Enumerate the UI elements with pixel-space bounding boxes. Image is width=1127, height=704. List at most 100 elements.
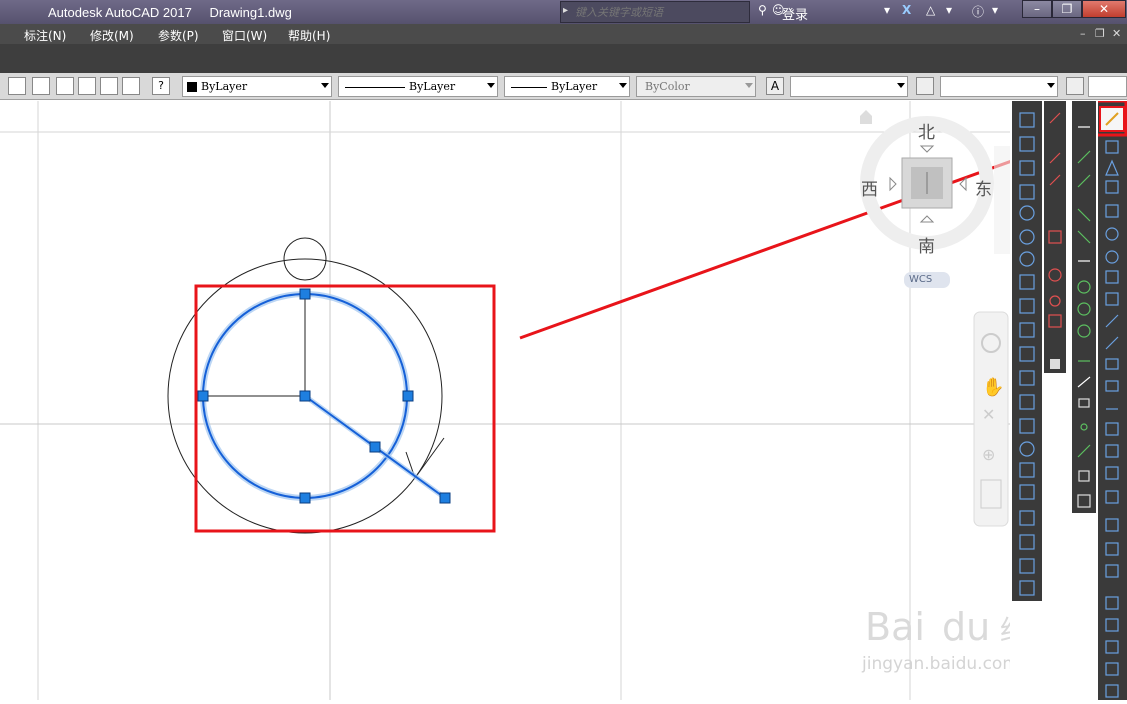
dim-break-icon[interactable] xyxy=(1019,394,1035,410)
viewcube-south-label[interactable]: 南 xyxy=(918,232,935,257)
chevron-down-icon[interactable] xyxy=(619,83,627,88)
osnap-settings-icon[interactable] xyxy=(1077,494,1091,508)
text-style-icon[interactable]: A xyxy=(766,77,784,95)
fillet-icon[interactable] xyxy=(1105,444,1119,458)
grip-right[interactable] xyxy=(402,390,414,402)
trim-icon[interactable] xyxy=(1105,314,1119,328)
chevron-down-icon[interactable] xyxy=(321,83,329,88)
snap-insert-icon[interactable] xyxy=(1078,398,1090,408)
radius-dim-icon[interactable] xyxy=(1019,205,1035,221)
layer-properties-icon[interactable] xyxy=(32,77,50,95)
extend-icon[interactable] xyxy=(1105,336,1119,350)
snap-endpoint-icon[interactable] xyxy=(1077,150,1091,164)
snap-intersection-icon[interactable] xyxy=(1077,208,1091,222)
search-input[interactable] xyxy=(575,4,745,20)
dim-style-icon[interactable] xyxy=(1019,580,1035,596)
viewcube-west-label[interactable]: 西 xyxy=(861,175,878,200)
chevron-down-icon[interactable] xyxy=(487,83,495,88)
login-button[interactable]: 登录 xyxy=(782,4,808,23)
login-dropdown-icon[interactable]: ▾ xyxy=(884,3,890,21)
tolerance-icon[interactable] xyxy=(1019,418,1035,434)
zoom-all-icon[interactable] xyxy=(1105,684,1119,698)
quick-dim-icon[interactable] xyxy=(1019,298,1035,314)
menu-help[interactable]: 帮助(H) xyxy=(288,27,330,44)
dim-space-icon[interactable] xyxy=(1019,370,1035,386)
minimize-button[interactable]: – xyxy=(1022,0,1052,18)
doc-restore-icon[interactable]: ❐ xyxy=(1095,27,1105,40)
dim-style-combo[interactable] xyxy=(940,76,1058,97)
binoculars-icon[interactable]: ⚲ xyxy=(758,3,767,21)
break-icon[interactable] xyxy=(1105,380,1119,392)
layer-walk-icon[interactable] xyxy=(100,77,118,95)
chevron-down-icon[interactable] xyxy=(1047,83,1055,88)
ordinate-dim-icon[interactable] xyxy=(1019,184,1035,200)
zoom-previous-icon[interactable] xyxy=(1105,640,1119,654)
doc-minimize-icon[interactable]: – xyxy=(1080,27,1086,40)
angular-dim-icon[interactable] xyxy=(1019,274,1035,290)
dim-text-edit-icon[interactable] xyxy=(1019,534,1035,550)
diameter-dim-icon[interactable] xyxy=(1019,251,1035,267)
linetype-combo[interactable]: ByLayer xyxy=(338,76,498,97)
zoom-icon[interactable]: ✕ xyxy=(982,405,995,424)
chevron-down-icon[interactable] xyxy=(897,83,905,88)
scale-icon[interactable] xyxy=(1105,270,1119,284)
pan-icon[interactable]: ✋ xyxy=(982,376,1004,398)
snap-midpoint-icon[interactable] xyxy=(1077,174,1091,188)
snap-nearest-icon[interactable] xyxy=(1077,444,1091,458)
help-icon[interactable]: ⓘ xyxy=(972,3,984,21)
dim-update-icon[interactable] xyxy=(1019,558,1035,574)
break-point-icon[interactable] xyxy=(1105,358,1119,370)
grip-line-end[interactable] xyxy=(439,492,451,504)
rectangle-icon[interactable] xyxy=(1048,314,1062,328)
move-icon[interactable] xyxy=(1105,227,1119,241)
snap-none-icon[interactable] xyxy=(1078,470,1090,482)
dim-style-icon[interactable] xyxy=(916,77,934,95)
text-style-combo[interactable] xyxy=(790,76,908,97)
help-dropdown-icon[interactable]: ▾ xyxy=(992,3,998,21)
snap-apparent-icon[interactable] xyxy=(1077,230,1091,244)
doc-close-icon[interactable]: ✕ xyxy=(1112,27,1121,40)
linear-dim-icon[interactable] xyxy=(1019,112,1035,128)
rotate-icon[interactable] xyxy=(1105,250,1119,264)
zoom-realtime-icon[interactable] xyxy=(1105,618,1119,632)
lock-icon[interactable] xyxy=(1050,359,1060,369)
lineweight-combo[interactable]: ByLayer xyxy=(504,76,630,97)
stretch-icon[interactable] xyxy=(1105,292,1119,306)
edit-spline-icon[interactable] xyxy=(1105,564,1119,578)
menu-window[interactable]: 窗口(W) xyxy=(222,27,267,44)
blend-icon[interactable] xyxy=(1105,466,1119,480)
center-mark-icon[interactable] xyxy=(1019,441,1035,457)
orbit-icon[interactable]: ⊕ xyxy=(982,445,995,464)
autodesk360-icon[interactable]: △ xyxy=(926,3,935,21)
viewcube-east-label[interactable]: 东 xyxy=(975,175,992,200)
edit-polyline-icon[interactable] xyxy=(1105,542,1119,556)
zoom-extents-icon[interactable] xyxy=(1105,662,1119,676)
dropdown-icon[interactable]: ▾ xyxy=(946,3,952,21)
snap-parallel-icon[interactable] xyxy=(1077,376,1091,388)
layer-isolate-icon[interactable] xyxy=(78,77,96,95)
search-expand-icon[interactable]: ▸ xyxy=(563,5,568,16)
arc-icon[interactable] xyxy=(1049,295,1061,307)
exchange-icon[interactable]: X xyxy=(902,3,911,21)
layer-previous-icon[interactable] xyxy=(56,77,74,95)
table-style-combo[interactable] xyxy=(1088,76,1127,97)
mirror-icon[interactable] xyxy=(1105,159,1119,176)
home-icon[interactable] xyxy=(860,110,872,124)
jogged-dim-icon[interactable] xyxy=(1019,229,1035,245)
viewcube-arrow-left-icon[interactable] xyxy=(889,176,897,192)
snap-tangent-icon[interactable] xyxy=(1077,324,1091,338)
ray-icon[interactable] xyxy=(1049,152,1061,164)
circle-icon[interactable] xyxy=(1048,268,1062,282)
snap-quadrant-icon[interactable] xyxy=(1077,302,1091,316)
viewcube-arrow-down-icon[interactable] xyxy=(919,215,935,223)
xline-icon[interactable] xyxy=(1049,174,1061,186)
grip-top[interactable] xyxy=(299,288,311,300)
drawing-canvas[interactable]: ✋ ✕ ⊕ Bai du 经验 jingyan.baidu.com 北 南 西 … xyxy=(0,101,1010,700)
search-box[interactable]: ▸ xyxy=(560,1,750,23)
calculator-icon[interactable] xyxy=(122,77,140,95)
jogged-linear-icon[interactable] xyxy=(1019,484,1035,500)
grip-line-mid[interactable] xyxy=(369,441,381,453)
menu-parametric[interactable]: 参数(P) xyxy=(158,27,199,44)
array-icon[interactable] xyxy=(1105,204,1119,218)
restore-button[interactable]: ❐ xyxy=(1052,0,1082,18)
